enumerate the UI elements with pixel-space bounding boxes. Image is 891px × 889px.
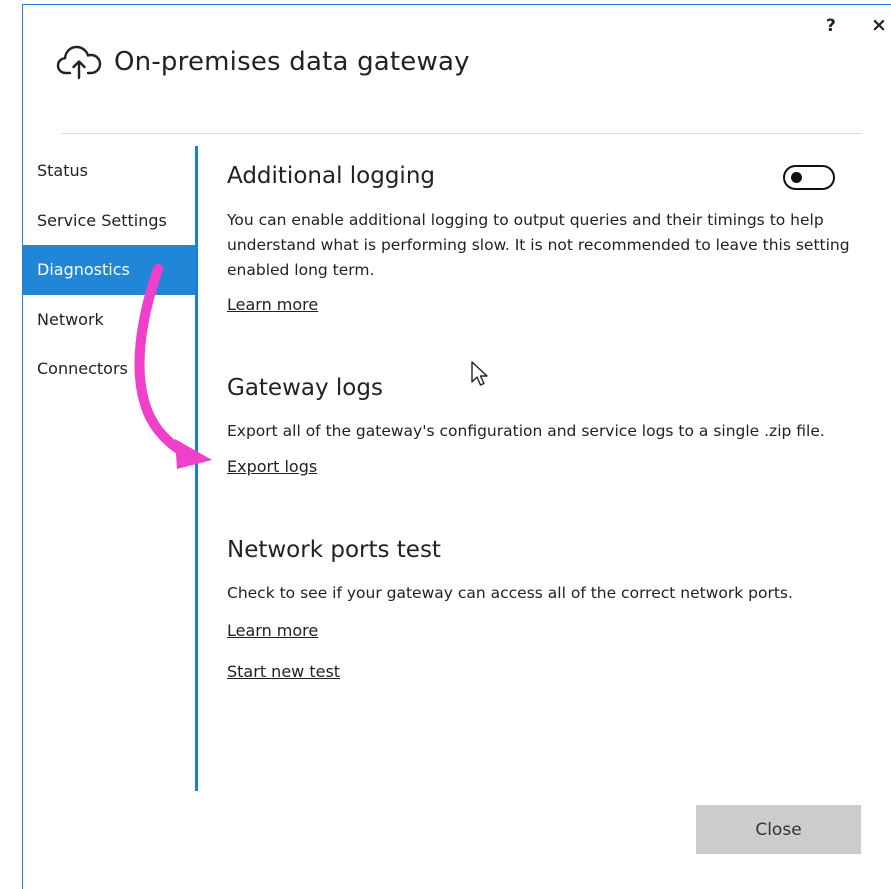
header-divider	[62, 133, 862, 134]
app-title: On-premises data gateway	[114, 47, 470, 77]
window-left-border	[22, 4, 23, 889]
sidebar-nav: Status Service Settings Diagnostics Netw…	[23, 146, 195, 394]
close-button[interactable]: Close	[696, 805, 861, 854]
additional-logging-toggle[interactable]	[783, 165, 835, 190]
sidebar-item-service-settings[interactable]: Service Settings	[23, 196, 195, 246]
toggle-knob	[791, 172, 802, 183]
network-ports-test-title: Network ports test	[227, 537, 441, 563]
sidebar-item-status[interactable]: Status	[23, 146, 195, 196]
start-new-test-link[interactable]: Start new test	[227, 662, 340, 681]
gateway-window: ? × On-premises data gateway Status Serv…	[0, 0, 891, 889]
additional-logging-title: Additional logging	[227, 163, 435, 189]
sidebar-item-network[interactable]: Network	[23, 295, 195, 345]
sidebar-item-connectors[interactable]: Connectors	[23, 344, 195, 394]
network-ports-test-description: Check to see if your gateway can access …	[227, 584, 793, 602]
window-close-button[interactable]: ×	[871, 14, 887, 36]
gateway-logs-title: Gateway logs	[227, 375, 383, 401]
window-top-border	[22, 4, 891, 5]
gateway-logs-description: Export all of the gateway's configuratio…	[227, 422, 825, 440]
export-logs-link[interactable]: Export logs	[227, 457, 317, 476]
additional-logging-description: You can enable additional logging to out…	[227, 211, 850, 279]
mouse-cursor-icon	[471, 361, 488, 386]
network-ports-learn-more-link[interactable]: Learn more	[227, 621, 318, 640]
cloud-upload-icon	[56, 45, 102, 80]
app-header: On-premises data gateway	[56, 38, 470, 86]
help-button[interactable]: ?	[826, 16, 836, 36]
sidebar-item-diagnostics[interactable]: Diagnostics	[23, 245, 195, 295]
sidebar-divider	[195, 146, 198, 791]
additional-logging-learn-more-link[interactable]: Learn more	[227, 295, 318, 314]
